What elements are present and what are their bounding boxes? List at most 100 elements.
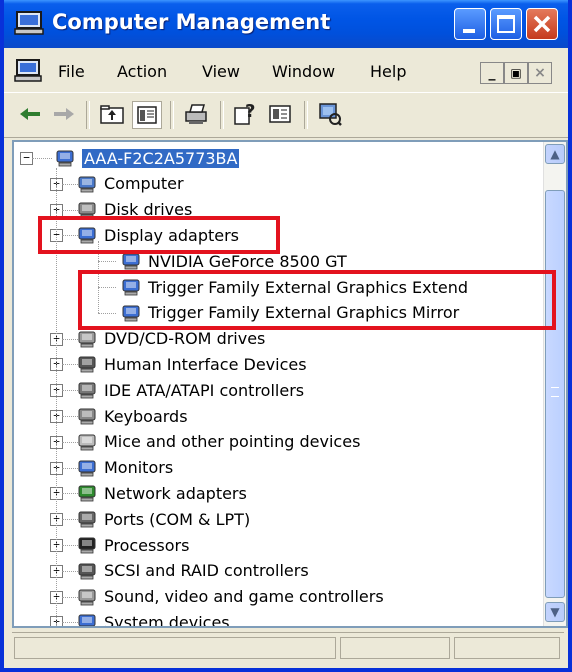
mmc-document-icon[interactable] (14, 58, 42, 84)
forward-button[interactable] (50, 101, 78, 127)
window-title: Computer Management (52, 10, 331, 34)
display-adapters-highlight (38, 216, 280, 254)
vertical-scrollbar[interactable]: ▲ ▼ (543, 142, 566, 626)
minimize-button[interactable] (454, 8, 486, 40)
menu-view[interactable]: View (202, 62, 240, 81)
toolbar-separator (86, 101, 90, 129)
minimize-icon (463, 29, 475, 33)
sound-icon (78, 589, 96, 605)
back-button[interactable] (16, 101, 44, 127)
status-cell-3 (454, 637, 560, 659)
tree-item-ide-controller-label: IDE ATA/ATAPI controllers (104, 380, 305, 400)
tree-item-mouse-label: Mice and other pointing devices (104, 432, 361, 452)
computer-management-icon (14, 11, 44, 35)
root-computer-icon (56, 150, 74, 167)
mdi-restore-button[interactable]: ▣ (504, 62, 528, 84)
toolbar-separator (304, 101, 308, 129)
menu-action[interactable]: Action (117, 62, 167, 81)
tree-item-hid-label: Human Interface Devices (104, 354, 307, 374)
scroll-up-button[interactable]: ▲ (545, 144, 565, 164)
trigger-adapters-highlight (78, 270, 556, 330)
mdi-close-button[interactable]: × (528, 62, 552, 84)
print-button[interactable] (182, 101, 210, 127)
maximize-button[interactable] (490, 8, 522, 40)
processor-icon (78, 537, 96, 554)
system-device-icon (78, 614, 96, 626)
up-folder-icon (100, 105, 124, 124)
menu-bar: File Action View Window Help _ ▣ × (4, 52, 568, 90)
tree-item-dvd-drive-label: DVD/CD-ROM drives (104, 329, 266, 349)
tree-item-ide-controller[interactable]: IDE ATA/ATAPI controllers (76, 378, 304, 402)
scan-hardware-icon (319, 103, 342, 126)
keyboard-icon (78, 408, 96, 425)
tree-item-sound-label: Sound, video and game controllers (104, 587, 384, 607)
scrollbar-thumb[interactable] (545, 190, 565, 598)
status-cell-2 (340, 637, 450, 659)
tree-item-port[interactable]: Ports (COM & LPT) (76, 507, 250, 531)
title-bar[interactable]: Computer Management (4, 0, 568, 48)
tree-item-processor[interactable]: Processors (76, 533, 189, 557)
mdi-minimize-button[interactable]: _ (480, 62, 504, 84)
toolbar-separator (220, 101, 224, 129)
scroll-down-button[interactable]: ▼ (545, 602, 565, 622)
toolbar-separator (170, 101, 174, 129)
tree-item-dvd-drive[interactable]: DVD/CD-ROM drives (76, 327, 265, 351)
tree-item-system-device[interactable]: System devices (76, 610, 230, 628)
ide-controller-icon (78, 382, 96, 399)
properties-button[interactable] (266, 101, 294, 127)
tree-connector (98, 261, 116, 263)
adapter-child-icon (122, 253, 140, 270)
help-button[interactable]: ? (232, 101, 260, 127)
tree-item-port-label: Ports (COM & LPT) (104, 509, 251, 529)
tree-connector (32, 158, 52, 159)
menu-file[interactable]: File (58, 62, 85, 81)
toolbar: ? (4, 92, 568, 138)
hid-icon (78, 356, 96, 373)
show-hide-tree-icon (137, 106, 157, 124)
tree-item-computer-label: Computer (104, 174, 184, 194)
device-tree-pane[interactable]: − AAA-F2C2A5773BA + Computer + Disk drives… (12, 140, 568, 628)
device-tree: − AAA-F2C2A5773BA + Computer + Disk drives… (14, 142, 544, 626)
tree-root-node-label: AAA-F2C2A5773BA (82, 148, 240, 168)
mouse-icon (78, 434, 96, 451)
computer-management-window: Computer Management File Action View Win… (0, 0, 572, 672)
chevron-down-icon: ▼ (550, 605, 560, 619)
up-folder-button[interactable] (98, 101, 126, 127)
svg-text:?: ? (245, 102, 255, 122)
menu-window[interactable]: Window (272, 62, 335, 81)
port-icon (78, 511, 96, 528)
tree-item-network-adapter[interactable]: Network adapters (76, 481, 247, 505)
back-icon (20, 108, 40, 120)
tree-item-mouse[interactable]: Mice and other pointing devices (76, 430, 360, 454)
tree-item-system-device-label: System devices (104, 612, 230, 628)
dvd-drive-icon (78, 331, 96, 347)
properties-icon (269, 105, 291, 123)
close-button[interactable] (526, 8, 558, 40)
scsi-icon (78, 563, 96, 580)
tree-item-network-adapter-label: Network adapters (104, 483, 247, 503)
tree-item-sound[interactable]: Sound, video and game controllers (76, 585, 384, 609)
tree-item-scsi-label: SCSI and RAID controllers (104, 561, 309, 581)
status-bar (12, 632, 564, 665)
tree-item-monitor[interactable]: Monitors (76, 456, 173, 480)
monitor-icon (78, 460, 96, 476)
computer-icon (78, 176, 96, 193)
close-icon (533, 15, 551, 33)
tree-item-monitor-label: Monitors (104, 458, 174, 478)
status-cell-main (14, 637, 336, 659)
scan-hardware-button[interactable] (316, 101, 344, 127)
help-icon: ? (234, 102, 255, 125)
print-icon (185, 104, 207, 124)
tree-item-processor-label: Processors (104, 535, 190, 555)
tree-item-keyboard-label: Keyboards (104, 406, 188, 426)
display-adapter-child-label: NVIDIA GeForce 8500 GT (148, 251, 347, 271)
tree-item-keyboard[interactable]: Keyboards (76, 404, 188, 428)
show-hide-tree-button[interactable] (132, 101, 162, 129)
menu-help[interactable]: Help (370, 62, 406, 81)
tree-item-hid[interactable]: Human Interface Devices (76, 352, 307, 376)
chevron-up-icon: ▲ (550, 147, 560, 161)
maximize-icon (497, 15, 515, 33)
tree-root-node[interactable]: AAA-F2C2A5773BA (54, 146, 240, 170)
tree-item-scsi[interactable]: SCSI and RAID controllers (76, 559, 309, 583)
tree-item-computer[interactable]: Computer (76, 172, 184, 196)
